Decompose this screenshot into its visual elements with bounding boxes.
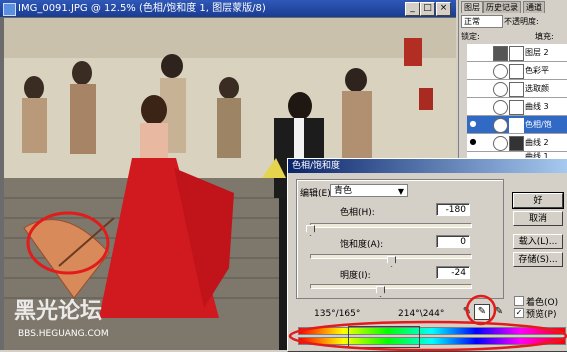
- watermark-domain: BBS.HEGUANG.COM: [18, 329, 109, 339]
- visibility-box[interactable]: [468, 65, 478, 75]
- eye-icon[interactable]: ●: [468, 119, 478, 129]
- save-button[interactable]: 存储(S)...: [513, 252, 563, 267]
- preview-checkbox[interactable]: ✓: [514, 308, 524, 318]
- hue-label: 色相(H):: [340, 208, 375, 218]
- lightness-label: 明度(I):: [340, 271, 371, 281]
- document-title-bar[interactable]: IMG_0091.JPG @ 12.5% (色相/饱和度 1, 图层蒙版/8) …: [0, 0, 456, 17]
- adjustment-icon: [493, 82, 508, 97]
- opacity-label: 不透明度:: [504, 17, 539, 26]
- blend-mode-select[interactable]: 正常: [461, 15, 503, 28]
- dialog-title[interactable]: 色相/饱和度: [288, 159, 567, 173]
- layer-label: 色彩平: [525, 66, 549, 75]
- layer-mask-thumbnail: [509, 46, 524, 61]
- layer-mask-thumbnail: [509, 118, 524, 133]
- tab-layers[interactable]: 图层: [461, 1, 483, 13]
- layer-mask-thumbnail: [509, 82, 524, 97]
- adjustment-icon: [493, 100, 508, 115]
- layer-thumbnail: [493, 46, 508, 61]
- tab-channels[interactable]: 通道: [523, 1, 545, 13]
- layers-panel: 图层 历史记录 通道 正常 不透明度: 锁定: 填充: 图层 2 色彩平 选取颜…: [458, 0, 567, 163]
- adjustment-icon: [493, 136, 508, 151]
- layer-row[interactable]: 选取颜: [467, 80, 567, 98]
- lightness-slider-track[interactable]: [310, 284, 472, 289]
- layer-row[interactable]: 曲线 3: [467, 98, 567, 116]
- saturation-label: 饱和度(A):: [340, 240, 384, 250]
- annotation-oval: [288, 320, 567, 351]
- hue-input[interactable]: -180: [436, 203, 470, 216]
- layer-mask-thumbnail: [509, 100, 524, 115]
- lock-label: 锁定:: [461, 32, 480, 41]
- svg-text:黑光论坛: 黑光论坛: [14, 298, 102, 324]
- saturation-input[interactable]: 0: [436, 235, 470, 248]
- layer-label: 图层 2: [525, 48, 549, 57]
- adjustment-icon: [493, 64, 508, 79]
- range-left-readout: 135°/165°: [314, 309, 361, 319]
- photoshop-doc-icon: [3, 3, 16, 16]
- visibility-box[interactable]: [468, 47, 478, 57]
- cancel-button[interactable]: 取消: [513, 211, 563, 226]
- load-button[interactable]: 载入(L)...: [513, 234, 563, 249]
- hue-slider-track[interactable]: [310, 223, 472, 228]
- adjustment-icon: [493, 118, 508, 133]
- eye-icon[interactable]: ●: [468, 137, 478, 147]
- layer-row[interactable]: 图层 2: [467, 44, 567, 62]
- layer-label: 色相/饱: [525, 120, 552, 129]
- fill-label: 填充:: [535, 32, 554, 41]
- layer-row[interactable]: 色彩平: [467, 62, 567, 80]
- hue-saturation-dialog: 色相/饱和度 编辑(E): 青色 ▼ 色相(H): -180 饱和度(A): 0…: [287, 158, 567, 352]
- adjustment-group: [296, 179, 504, 299]
- layer-row[interactable]: ● 曲线 2: [467, 134, 567, 152]
- layer-label: 选取颜: [525, 84, 549, 93]
- document-title: IMG_0091.JPG @ 12.5% (色相/饱和度 1, 图层蒙版/8): [18, 3, 266, 14]
- tab-history[interactable]: 历史记录: [483, 1, 521, 13]
- layer-row-selected[interactable]: ● 色相/饱: [467, 116, 567, 134]
- ok-button[interactable]: 好: [512, 192, 564, 209]
- visibility-box[interactable]: [468, 83, 478, 93]
- range-right-readout: 214°\244°: [398, 309, 445, 319]
- layer-mask-thumbnail: [509, 64, 524, 79]
- maximize-icon[interactable]: □: [420, 2, 435, 16]
- lightness-input[interactable]: -24: [436, 266, 470, 279]
- minimize-icon[interactable]: _: [405, 2, 420, 16]
- close-icon[interactable]: ×: [436, 2, 451, 16]
- layer-label: 曲线 3: [525, 102, 549, 111]
- visibility-box[interactable]: [468, 101, 478, 111]
- layer-mask-thumbnail: [509, 136, 524, 151]
- colorize-checkbox[interactable]: [514, 296, 524, 306]
- layer-label: 曲线 2: [525, 138, 549, 147]
